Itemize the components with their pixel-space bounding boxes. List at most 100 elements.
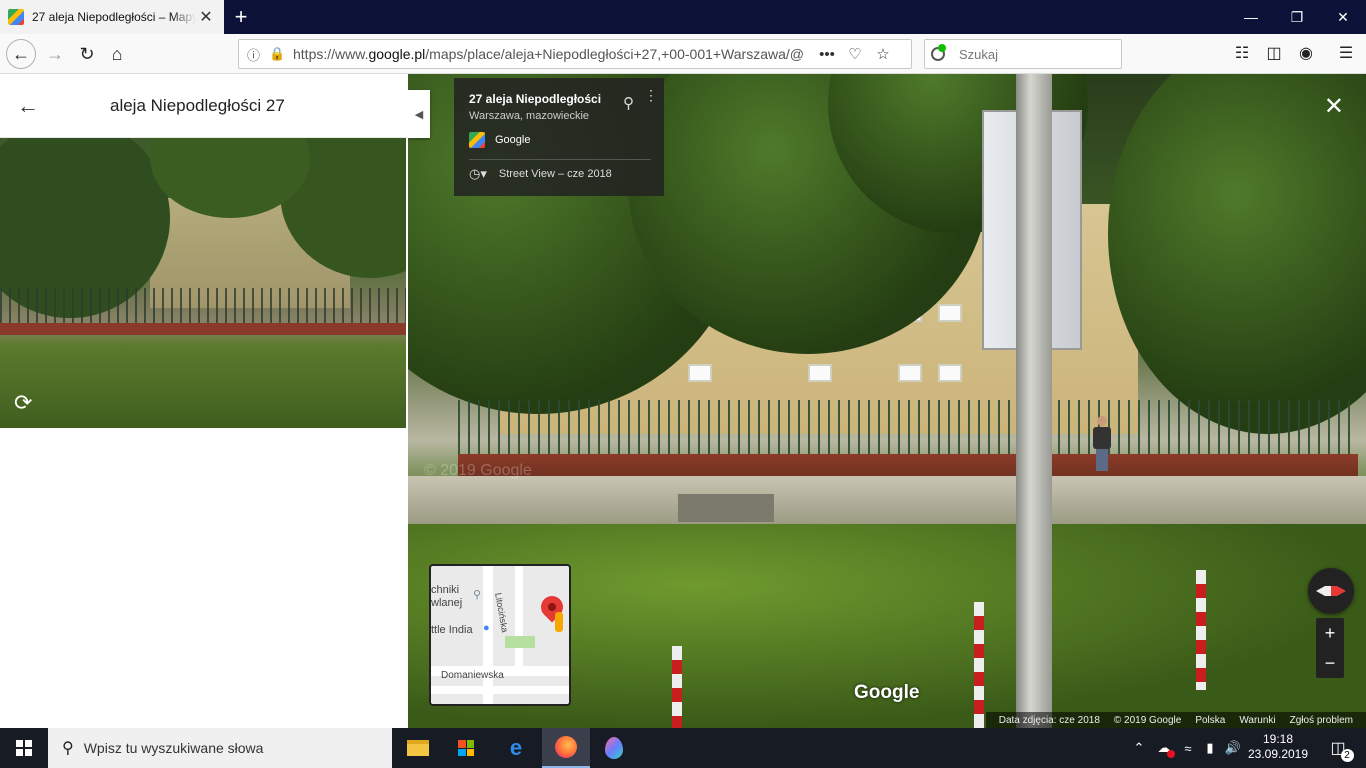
clock-time: 19:18 — [1262, 732, 1294, 746]
browser-navbar: ← → ↻ ⌂ ⓘ 🔒 https://www.google.pl/maps/p… — [0, 34, 1366, 74]
compass-button[interactable] — [1308, 568, 1354, 614]
volume-icon[interactable]: 🔊 — [1222, 728, 1244, 768]
place-title: aleja Niepodległości 27 — [110, 95, 285, 115]
zoom-out-button[interactable]: − — [1316, 648, 1344, 678]
sidebar-icon[interactable]: ◫ — [1262, 42, 1286, 66]
taskbar-clock[interactable]: 19:18 23.09.2019 — [1246, 732, 1310, 762]
provider-row: Google — [469, 132, 650, 148]
street-view-footer: Data zdjęcia: cze 2018 © 2019 Google Pol… — [985, 712, 1366, 728]
lock-icon: 🔒 — [269, 46, 286, 61]
map-label-street-bottom: Domaniewska — [441, 670, 504, 681]
reload-button[interactable]: ↻ — [72, 39, 102, 69]
taskbar-search-placeholder: Wpisz tu wyszukiwane słowa — [83, 740, 264, 756]
window — [938, 304, 962, 322]
address-bar[interactable]: ⓘ 🔒 https://www.google.pl/maps/place/ale… — [238, 39, 912, 69]
history-clock-icon: ◷▾ — [469, 166, 487, 181]
rotate-360-icon[interactable]: ⟳ — [14, 390, 32, 416]
pocket-icon[interactable]: ♡ — [841, 45, 869, 63]
arrow-left-icon[interactable]: ← — [0, 93, 56, 119]
bench — [678, 494, 774, 522]
minimap[interactable]: chniki wlanej ⚲ Litocińska ttle India ● … — [429, 564, 571, 706]
close-window-button[interactable]: ✕ — [1320, 0, 1366, 34]
library-icon[interactable]: ☷ — [1230, 42, 1254, 66]
collapse-panel-button[interactable]: ◀ — [408, 90, 430, 138]
tab-title: 27 aleja Niepodległości – Mapy Google — [32, 10, 196, 24]
google-logo: Google — [854, 682, 920, 703]
page-actions-button[interactable]: ••• — [813, 46, 841, 63]
clock-date: 23.09.2019 — [1247, 747, 1309, 761]
map-label-poi-top: chniki wlanej — [431, 584, 462, 610]
notification-badge: 2 — [1340, 749, 1354, 762]
map-pin-icon[interactable]: ⚲ — [623, 94, 634, 112]
start-button[interactable] — [0, 728, 48, 768]
sidewalk — [408, 476, 1366, 526]
file-explorer-icon[interactable] — [394, 728, 442, 768]
tab-close-icon[interactable]: ✕ — [196, 7, 216, 27]
map-road — [483, 566, 493, 704]
divider — [469, 159, 651, 160]
map-road — [431, 686, 569, 694]
bollard — [672, 646, 682, 728]
report-problem-link[interactable]: Zgłoś problem — [1290, 715, 1353, 726]
maximize-button[interactable]: ❐ — [1274, 0, 1320, 34]
image-date-text: Data zdjęcia: cze 2018 — [998, 714, 1100, 726]
paint3d-icon[interactable] — [590, 728, 638, 768]
show-hidden-icons-icon[interactable]: ⌃ — [1130, 728, 1148, 768]
pedestrian — [1092, 416, 1112, 472]
windows-logo-icon — [16, 740, 32, 756]
notification-icon: ◫ 2 — [1330, 738, 1354, 762]
imagery-watermark: © 2019 Google — [424, 462, 532, 479]
info-icon[interactable]: ⓘ — [247, 45, 269, 64]
search-bar[interactable]: Szukaj — [924, 39, 1122, 69]
window — [688, 364, 712, 382]
browser-titlebar: 27 aleja Niepodległości – Mapy Google ✕ … — [0, 0, 1366, 34]
edge-icon[interactable]: e — [492, 728, 540, 768]
network-error-icon[interactable]: ☁ — [1154, 728, 1175, 768]
street-view-panorama[interactable]: © 2019 Google ◀ 27 aleja Niepodległości … — [408, 74, 1366, 728]
place-panel-header: ← aleja Niepodległości 27 — [0, 74, 408, 138]
close-street-view-icon[interactable]: ✕ — [1324, 92, 1344, 121]
browser-tab-active[interactable]: 27 aleja Niepodległości – Mapy Google ✕ — [0, 0, 224, 34]
wifi-icon[interactable]: ≈ — [1178, 728, 1198, 768]
zoom-controls: + − — [1316, 618, 1344, 678]
street-view-date-label: Street View – cze 2018 — [498, 168, 612, 180]
bookmark-star-icon[interactable]: ☆ — [869, 45, 897, 63]
store-icon[interactable] — [442, 728, 490, 768]
firefox-icon[interactable] — [542, 728, 590, 768]
map-park — [505, 636, 535, 648]
forward-button[interactable]: → — [40, 39, 70, 69]
minimize-button[interactable]: — — [1228, 0, 1274, 34]
compass-needle-icon — [1316, 586, 1346, 596]
taskbar-search[interactable]: ⚲ Wpisz tu wyszukiwane słowa — [48, 728, 392, 768]
zoom-in-button[interactable]: + — [1316, 618, 1344, 648]
google-maps-logo-icon — [469, 132, 485, 148]
menu-hamburger-icon[interactable]: ☰ — [1334, 42, 1358, 66]
window — [898, 364, 922, 382]
map-label-poi: ttle India — [431, 624, 473, 636]
home-button[interactable]: ⌂ — [102, 39, 132, 69]
country-link[interactable]: Polska — [1195, 715, 1225, 726]
more-vert-icon[interactable]: ⋮ — [644, 88, 658, 102]
street-view-thumbnail[interactable]: ⟳ — [0, 138, 406, 428]
battery-icon[interactable]: ▮ — [1200, 728, 1220, 768]
google-maps-favicon-icon — [8, 9, 24, 25]
place-panel: ← aleja Niepodległości 27 ⟳ — [0, 74, 408, 728]
terms-link[interactable]: Warunki — [1239, 715, 1275, 726]
search-icon: ⚲ — [62, 740, 74, 757]
account-icon[interactable]: ◉ — [1294, 42, 1318, 66]
action-center-button[interactable]: ◫ 2 — [1318, 728, 1358, 768]
url-text[interactable]: https://www.google.pl/maps/place/aleja+N… — [293, 46, 813, 62]
window — [938, 364, 962, 382]
map-poi-icon: ⚲ — [473, 589, 482, 601]
window — [808, 364, 832, 382]
map-label-text: chniki wlanej — [431, 584, 463, 609]
thumbnail-fence-base — [0, 323, 406, 335]
pegman-icon — [555, 612, 563, 632]
copyright-text: © 2019 Google — [1113, 714, 1182, 726]
street-view-info-card: 27 aleja Niepodległości Warszawa, mazowi… — [454, 78, 664, 196]
new-tab-button[interactable]: + — [228, 4, 254, 30]
bollard — [1196, 570, 1206, 690]
back-button[interactable]: ← — [6, 39, 36, 69]
time-travel-button[interactable]: ◷▾ Street View – cze 2018 — [469, 166, 650, 182]
bollard — [974, 602, 984, 728]
